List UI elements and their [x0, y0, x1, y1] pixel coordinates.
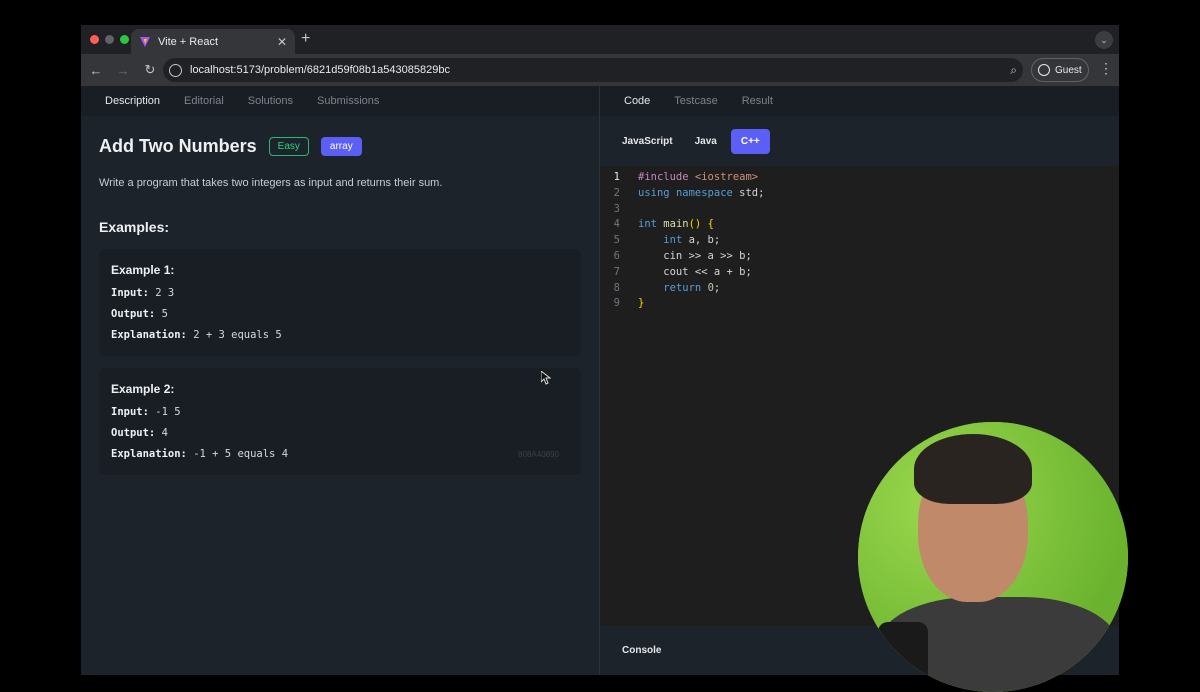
back-button[interactable]: ←: [84, 58, 108, 82]
tag-badge: array: [320, 137, 362, 156]
new-tab-button[interactable]: +: [301, 30, 310, 48]
example-heading: Example 2:: [111, 382, 175, 396]
problem-panel: Description Editorial Solutions Submissi…: [81, 86, 599, 675]
mouse-cursor-icon: [541, 371, 551, 385]
zoom-icon[interactable]: ⌕: [1010, 63, 1017, 78]
code-text[interactable]: #include <iostream>: [638, 170, 758, 186]
browser-toolbar: ← → ↻ localhost:5173/problem/6821d59f08b…: [81, 54, 1119, 86]
tab-strip: Vite + React ✕ + ⌄: [81, 25, 1119, 54]
vite-favicon-icon: [140, 36, 150, 47]
example-card: Example 2: Input: -1 5 Output: 4 Explana…: [99, 368, 581, 475]
code-text[interactable]: return 0;: [638, 281, 720, 297]
line-number: 4: [613, 218, 620, 231]
code-line[interactable]: 8 return 0;: [600, 281, 1119, 297]
lang-java-button[interactable]: Java: [687, 129, 725, 154]
example-explanation: Explanation: 2 + 3 equals 5: [111, 329, 282, 341]
line-number: 7: [613, 265, 620, 278]
code-line[interactable]: 2 using namespace std;: [600, 186, 1119, 202]
presenter-hair: [914, 434, 1032, 504]
code-line[interactable]: 7 cout << a + b;: [600, 265, 1119, 281]
code-line[interactable]: 4 int main() {: [600, 217, 1119, 233]
reload-button[interactable]: ↻: [138, 58, 162, 82]
examples-heading: Examples:: [99, 219, 170, 235]
example-output: Output: 5: [111, 308, 168, 320]
tab-testcase[interactable]: Testcase: [674, 95, 717, 107]
language-selector: JavaScript Java C++: [600, 116, 1119, 166]
example-heading: Example 1:: [111, 263, 175, 277]
tab-result[interactable]: Result: [742, 95, 773, 107]
lang-javascript-button[interactable]: JavaScript: [614, 129, 681, 154]
problem-statement: Write a program that takes two integers …: [99, 177, 443, 189]
example-input: Input: 2 3: [111, 287, 175, 299]
code-text[interactable]: cout << a + b;: [638, 265, 752, 281]
problem-description: Add Two Numbers Easy array Write a progr…: [81, 116, 599, 507]
site-info-icon[interactable]: [169, 63, 182, 77]
forward-button[interactable]: →: [111, 58, 135, 82]
webcam-overlay: [858, 422, 1128, 692]
example-input: Input: -1 5: [111, 406, 181, 418]
address-bar[interactable]: localhost:5173/problem/6821d59f08b1a5430…: [163, 58, 1023, 82]
maximize-window-button[interactable]: [120, 35, 129, 44]
tab-close-icon[interactable]: ✕: [277, 35, 287, 49]
problem-title: Add Two Numbers: [99, 136, 257, 156]
line-number: 2: [613, 186, 620, 199]
minimize-window-button[interactable]: [105, 35, 114, 44]
code-line[interactable]: 6 cin >> a >> b;: [600, 249, 1119, 265]
problem-tabs: Description Editorial Solutions Submissi…: [81, 86, 599, 116]
line-number: 8: [613, 281, 620, 294]
code-tabs: Code Testcase Result: [600, 86, 1119, 116]
console-label: Console: [622, 645, 662, 656]
line-number: 6: [613, 249, 620, 262]
code-text[interactable]: cin >> a >> b;: [638, 249, 752, 265]
line-number: 3: [613, 202, 620, 215]
lang-cpp-button[interactable]: C++: [730, 128, 770, 154]
profile-button[interactable]: Guest: [1031, 58, 1089, 82]
example-output: Output: 4: [111, 427, 168, 439]
code-text[interactable]: int a, b;: [638, 233, 720, 249]
microphone-icon: [878, 622, 928, 682]
code-text[interactable]: int main() {: [638, 217, 714, 233]
line-number: 9: [613, 297, 620, 310]
difficulty-badge: Easy: [268, 137, 309, 156]
tab-submissions[interactable]: Submissions: [317, 95, 379, 107]
example-card: Example 1: Input: 2 3 Output: 5 Explanat…: [99, 249, 581, 356]
tab-search-button[interactable]: ⌄: [1095, 31, 1113, 49]
code-line[interactable]: 3: [600, 202, 1119, 218]
example-explanation: Explanation: -1 + 5 equals 4: [111, 448, 289, 460]
code-line[interactable]: 1 #include <iostream>: [600, 170, 1119, 186]
window-controls: [90, 35, 129, 44]
profile-label: Guest: [1055, 64, 1082, 76]
close-window-button[interactable]: [90, 35, 99, 44]
browser-menu-icon[interactable]: ⋮: [1099, 60, 1113, 77]
profile-avatar-icon: [1038, 64, 1050, 76]
tab-code[interactable]: Code: [624, 95, 650, 107]
url-text[interactable]: localhost:5173/problem/6821d59f08b1a5430…: [190, 64, 1010, 76]
watermark-text: 808A40890: [518, 450, 559, 459]
browser-tab[interactable]: Vite + React ✕: [131, 29, 295, 54]
line-number: 1: [613, 171, 620, 183]
tab-solutions[interactable]: Solutions: [248, 95, 293, 107]
tab-editorial[interactable]: Editorial: [184, 95, 224, 107]
code-line[interactable]: 5 int a, b;: [600, 233, 1119, 249]
code-text[interactable]: }: [638, 296, 644, 312]
code-text[interactable]: using namespace std;: [638, 186, 764, 202]
tab-title: Vite + React: [158, 35, 219, 48]
tab-description[interactable]: Description: [105, 95, 160, 107]
line-number: 5: [613, 234, 620, 247]
problem-title-row: Add Two Numbers Easy array: [99, 136, 581, 157]
code-line[interactable]: 9}: [600, 296, 1119, 312]
